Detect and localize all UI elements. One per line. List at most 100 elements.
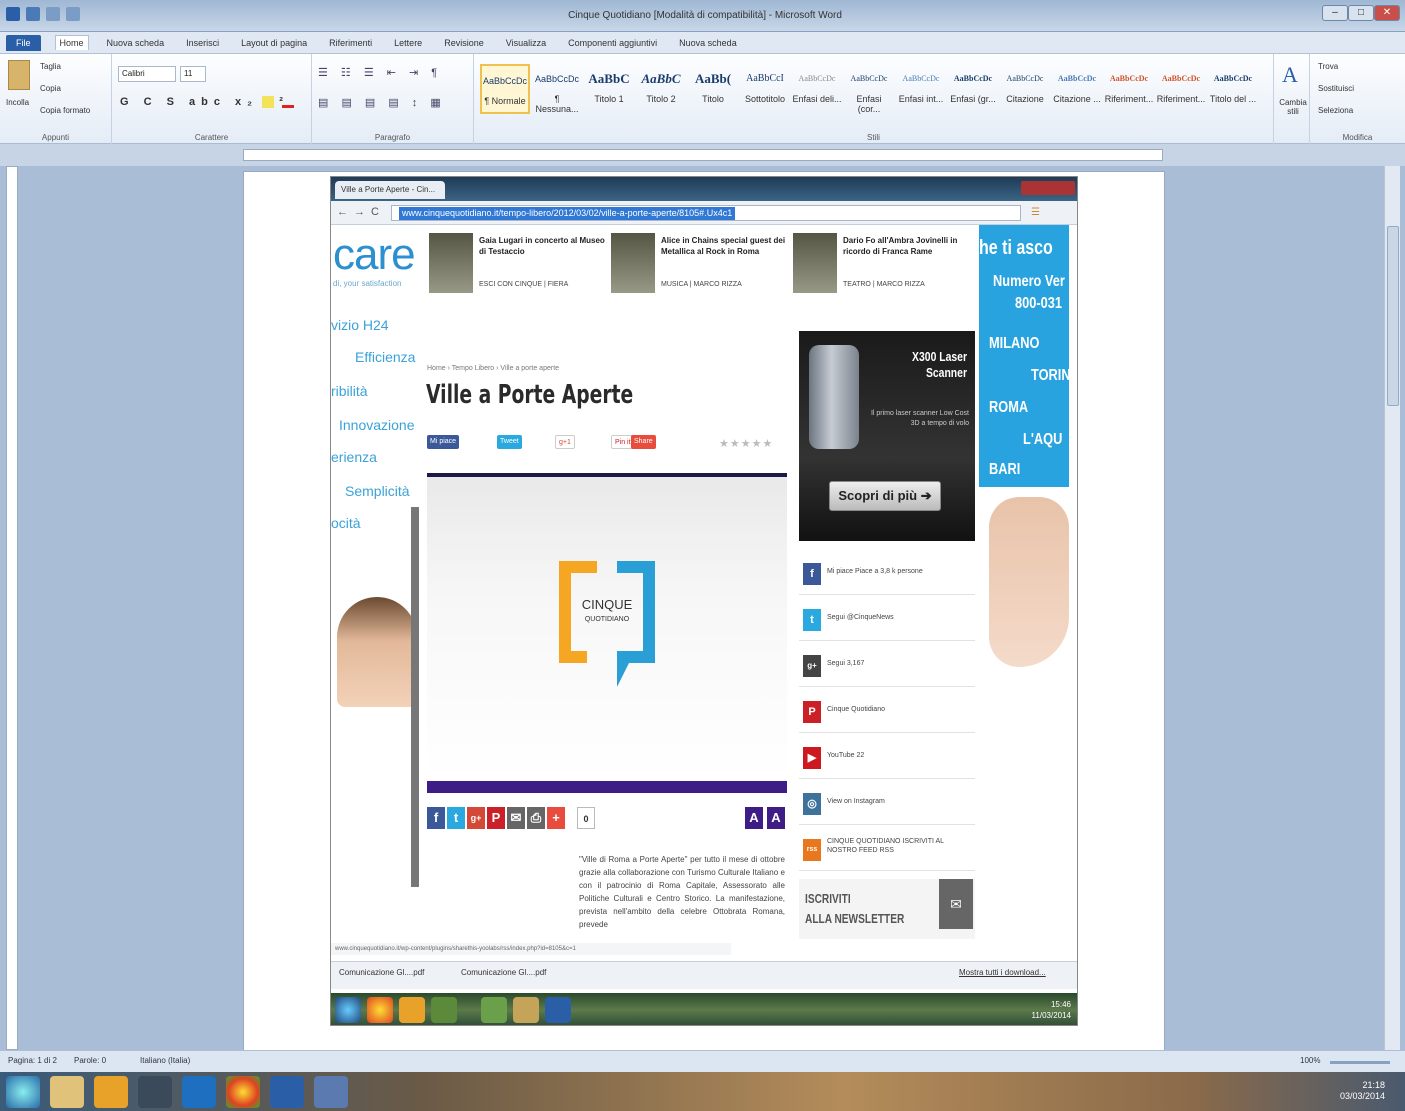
tab-mailings[interactable]: Lettere: [390, 36, 426, 50]
breadcrumb: Home › Tempo Libero › Ville a porte aper…: [427, 365, 560, 372]
zoom-slider[interactable]: [1330, 1061, 1390, 1064]
print-icon: ⎙: [527, 807, 545, 829]
list-buttons[interactable]: ☰ ☷ ☰ ⇤ ⇥ ¶: [318, 66, 442, 79]
language[interactable]: Italiano (Italia): [140, 1056, 190, 1065]
tab-new-sheet-2[interactable]: Nuova scheda: [675, 36, 741, 50]
teaser-title: Alice in Chains special guest dei Metall…: [661, 236, 786, 256]
chrome-icon[interactable]: [226, 1076, 260, 1108]
scanner-image: [809, 345, 859, 449]
style-quote[interactable]: AaBbCcDc Citazione: [1000, 64, 1050, 114]
teaser-category: MUSICA | MARCO RIZZA: [661, 281, 742, 288]
tab-new-sheet[interactable]: Nuova scheda: [103, 36, 169, 50]
operator-photo: [337, 597, 417, 707]
vertical-scrollbar[interactable]: [1384, 166, 1400, 1050]
care-tagline: di, your satisfaction: [333, 279, 402, 288]
tab-references[interactable]: Riferimenti: [325, 36, 376, 50]
horizontal-ruler[interactable]: [243, 149, 1163, 161]
zoom-level[interactable]: 100%: [1300, 1056, 1320, 1065]
undo-icon[interactable]: [46, 7, 60, 21]
banner-text: 800-031: [1015, 295, 1062, 312]
paste-icon[interactable]: [8, 60, 30, 90]
font-size-select[interactable]: 11: [180, 66, 206, 82]
word-icon: [545, 997, 571, 1023]
pasted-browser-screenshot[interactable]: Ville a Porte Aperte - Cin... ←→C www.ci…: [330, 176, 1078, 1026]
twitter-icon: t: [447, 807, 465, 829]
app-icon: [481, 997, 507, 1023]
find-button[interactable]: Trova: [1318, 62, 1338, 71]
word-icon[interactable]: [6, 7, 20, 21]
replace-button[interactable]: Sostituisci: [1318, 84, 1354, 93]
style-book-title[interactable]: AaBbCcDc Titolo del ...: [1208, 64, 1258, 114]
change-styles-button[interactable]: Cambia stili: [1276, 98, 1310, 116]
tab-review[interactable]: Revisione: [440, 36, 488, 50]
banner-text: L'AQU: [1023, 431, 1063, 448]
font-name-select[interactable]: Calibri: [118, 66, 176, 82]
left-word: Semplicità: [345, 483, 410, 499]
cut-button[interactable]: Taglia: [40, 62, 61, 71]
social-rss: rss CINQUE QUOTIDIANO ISCRIVITI AL NOSTRO…: [799, 827, 975, 871]
tweet-button: Tweet: [497, 435, 522, 449]
banner-text: MILANO: [989, 335, 1040, 352]
minimize-button[interactable]: –: [1322, 5, 1348, 21]
highlight-icon[interactable]: [262, 96, 274, 108]
tab-addins[interactable]: Componenti aggiuntivi: [564, 36, 661, 50]
vertical-ruler[interactable]: [6, 166, 18, 1050]
outlook-icon[interactable]: [94, 1076, 128, 1108]
word-icon[interactable]: [270, 1076, 304, 1108]
style-intense-emphasis[interactable]: AaBbCcDc Enfasi int...: [896, 64, 946, 114]
teaser-image: [429, 233, 473, 293]
instagram-icon: ◎: [803, 793, 821, 815]
paste-button[interactable]: Incolla: [6, 98, 29, 107]
social-gplus: g+ Segui 3,167: [799, 643, 975, 687]
tab-file[interactable]: File: [6, 34, 41, 51]
left-word: Efficienza: [355, 349, 416, 365]
align-buttons[interactable]: ▤ ▤ ▤ ▤ ↕ ▦: [318, 96, 446, 109]
app-icon[interactable]: [182, 1076, 216, 1108]
change-styles-icon[interactable]: A: [1282, 62, 1298, 88]
social-label: Cinque Quotidiano: [827, 706, 885, 713]
explorer-icon[interactable]: [50, 1076, 84, 1108]
font-color-icon[interactable]: [282, 96, 294, 108]
word-count[interactable]: Parole: 0: [74, 1056, 106, 1065]
style-emphasis[interactable]: AaBbCcDc Enfasi (cor...: [844, 64, 894, 114]
close-button[interactable]: ✕: [1374, 5, 1400, 21]
style-heading-1[interactable]: AaBbC Titolo 1: [584, 64, 634, 114]
copy-button[interactable]: Copia: [40, 84, 61, 93]
media-icon[interactable]: [138, 1076, 172, 1108]
scrollbar-thumb[interactable]: [1387, 226, 1399, 406]
style-subtle-reference[interactable]: AaBbCcDc Riferiment...: [1104, 64, 1154, 114]
social-twitter: t Segui @CinqueNews: [799, 597, 975, 641]
page-count[interactable]: Pagina: 1 di 2: [8, 1056, 57, 1065]
format-painter-button[interactable]: Copia formato: [40, 106, 90, 115]
style-intense-reference[interactable]: AaBbCcDc Riferiment...: [1156, 64, 1206, 114]
editing-group: Trova Sostituisci Seleziona Modifica: [1310, 54, 1405, 144]
redo-icon[interactable]: [66, 7, 80, 21]
style-title[interactable]: AaBb(Titolo: [688, 64, 738, 114]
tab-home[interactable]: Home: [54, 35, 89, 50]
mail-icon: ✉: [939, 879, 973, 929]
rss-icon: rss: [803, 839, 821, 861]
tab-insert[interactable]: Inserisci: [182, 36, 223, 50]
style-intense-quote[interactable]: AaBbCcDc Citazione ...: [1052, 64, 1102, 114]
select-button[interactable]: Seleziona: [1318, 106, 1353, 115]
left-word: erienza: [331, 449, 377, 465]
style-subtle-emphasis[interactable]: AaBbCcDc Enfasi deli...: [792, 64, 842, 114]
system-clock[interactable]: 21:18 03/03/2014: [1340, 1080, 1385, 1102]
save-icon[interactable]: [26, 7, 40, 21]
banner-text: he ti asco: [979, 237, 1053, 259]
social-youtube: ▶ YouTube 22: [799, 735, 975, 779]
scroll-shadow: [411, 507, 419, 887]
tab-page-layout[interactable]: Layout di pagina: [237, 36, 311, 50]
tab-view[interactable]: Visualizza: [502, 36, 550, 50]
banner-text: ROMA: [989, 399, 1029, 416]
style-subtitle[interactable]: AaBbCcI Sottotitolo: [740, 64, 790, 114]
download-bar: Comunicazione Gl....pdf Comunicazione Gl…: [331, 961, 1077, 989]
style-strong[interactable]: AaBbCcDc Enfasi (gr...: [948, 64, 998, 114]
app-icon[interactable]: [314, 1076, 348, 1108]
style-normal[interactable]: AaBbCcDc ¶ Normale: [480, 64, 530, 114]
download-item: Comunicazione Gl....pdf: [461, 968, 547, 977]
maximize-button[interactable]: □: [1348, 5, 1374, 21]
start-button-icon[interactable]: [6, 1076, 40, 1108]
style-no-spacing[interactable]: AaBbCcDc ¶ Nessuna...: [532, 64, 582, 114]
style-heading-2[interactable]: AaBbC Titolo 2: [636, 64, 686, 114]
